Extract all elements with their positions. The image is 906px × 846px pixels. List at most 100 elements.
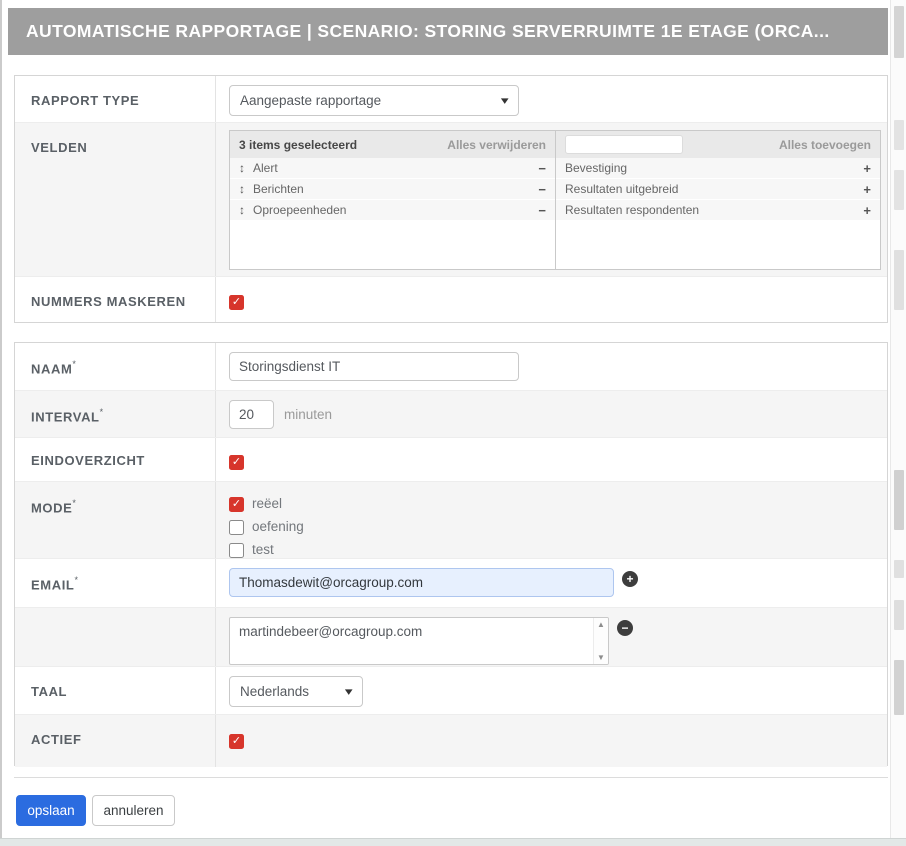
scrollbar-segment [894,600,904,630]
selected-count-text: 3 items geselecteerd [239,137,358,152]
add-field-button[interactable]: + [863,161,871,176]
nummers-maskeren-label: NUMMERS MASKEREN [31,294,186,309]
selected-field-name: Berichten [253,182,304,196]
remove-email-button[interactable]: − [617,620,633,636]
actief-content: ✓ [216,715,887,767]
mode-option-oefening: ✓ oefening [229,517,879,536]
eindoverzicht-label: EINDOVERZICHT [31,453,145,468]
velden-content: 3 items geselecteerd Alles verwijderen ↕… [216,123,889,277]
eindoverzicht-checkbox[interactable]: ✓ [229,455,244,470]
mode-oefening-label: oefening [252,519,304,534]
available-field-row[interactable]: Resultaten uitgebreid + [556,179,880,199]
actief-checkbox[interactable]: ✓ [229,734,244,749]
available-fields-header: Alles toevoegen [556,131,880,158]
remove-field-button[interactable]: − [538,203,546,218]
naam-input[interactable] [229,352,519,381]
actief-label: ACTIEF [31,732,82,747]
taal-content: Nederlands ▾ [216,667,887,715]
email-list-label-cell [15,608,216,667]
mode-reeel-label: reëel [252,496,283,511]
email-label-cell: EMAIL* [15,559,216,608]
selected-field-row[interactable]: ↕ Alert − [230,158,555,178]
email-primary-input[interactable] [229,568,614,597]
nummers-maskeren-checkbox[interactable]: ✓ [229,295,244,310]
remove-field-button[interactable]: − [538,161,546,176]
eindoverzicht-label-cell: EINDOVERZICHT [15,438,216,482]
available-field-row[interactable]: Bevestiging + [556,158,880,178]
email-label: EMAIL [31,577,75,593]
mode-test-label: test [252,542,274,557]
available-field-name: Bevestiging [565,161,628,175]
add-field-button[interactable]: + [863,182,871,197]
velden-label: VELDEN [31,140,88,155]
minus-icon: − [621,621,629,635]
plus-icon: + [626,572,634,586]
row-nummers-maskeren: NUMMERS MASKEREN ✓ [15,277,887,322]
report-settings-panel: RAPPORT TYPE Aangepaste rapportage ▾ VEL… [14,75,888,323]
fields-search-input[interactable] [565,135,683,154]
nummers-maskeren-label-cell: NUMMERS MASKEREN [15,277,216,322]
scroll-up-icon[interactable]: ▲ [597,620,605,629]
mode-label-cell: MODE* [15,482,216,559]
scrollbar-segment [894,170,904,210]
naam-content [216,343,887,391]
row-eindoverzicht: EINDOVERZICHT ✓ [15,438,887,482]
mode-option-test: ✓ test [229,540,879,559]
email-list-scrollbar[interactable]: ▲ ▼ [593,618,608,664]
add-all-link[interactable]: Alles toevoegen [779,138,871,152]
scrollbar-segment [894,6,904,58]
mode-reeel-checkbox[interactable]: ✓ [229,497,244,512]
mode-label: MODE [31,500,73,516]
interval-unit: minuten [284,407,333,422]
rapport-type-label-cell: RAPPORT TYPE [15,76,216,123]
taal-select[interactable]: Nederlands ▾ [229,676,363,707]
drag-handle-icon[interactable]: ↕ [239,182,245,196]
drag-handle-icon[interactable]: ↕ [239,203,245,217]
interval-input[interactable] [229,400,274,429]
add-email-button[interactable]: + [622,571,638,587]
required-mark: * [72,498,76,508]
row-naam: NAAM* [15,343,887,391]
selected-field-name: Alert [253,161,278,175]
cancel-button[interactable]: annuleren [92,795,175,826]
email-recipients-listbox[interactable]: martindebeer@orcagroup.com ▲ ▼ [229,617,609,665]
save-button[interactable]: opslaan [16,795,86,826]
scrollbar-segment [894,470,904,530]
rapport-type-select[interactable]: Aangepaste rapportage ▾ [229,85,519,116]
drag-handle-icon[interactable]: ↕ [239,161,245,175]
add-field-button[interactable]: + [863,203,871,218]
required-mark: * [74,575,78,585]
available-field-row[interactable]: Resultaten respondenten + [556,200,880,220]
rapport-type-selected-value: Aangepaste rapportage [240,93,382,108]
email-secondary-value[interactable]: martindebeer@orcagroup.com [230,618,593,664]
scrollbar-segment [894,250,904,310]
scrollbar-segment [894,660,904,715]
page-scrollbar[interactable] [890,0,906,846]
remove-field-button[interactable]: − [538,182,546,197]
page-left-edge [0,0,2,838]
scroll-down-icon[interactable]: ▼ [597,653,605,662]
eindoverzicht-content: ✓ [216,438,887,482]
check-icon: ✓ [231,498,242,510]
mode-test-checkbox[interactable]: ✓ [229,543,244,558]
selected-field-row[interactable]: ↕ Berichten − [230,179,555,199]
taal-label: TAAL [31,684,68,699]
nummers-maskeren-content: ✓ [216,277,887,322]
row-email: EMAIL* + [15,559,887,608]
row-actief: ACTIEF ✓ [15,715,887,767]
fields-dual-list: 3 items geselecteerd Alles verwijderen ↕… [229,130,881,270]
mode-oefening-checkbox[interactable]: ✓ [229,520,244,535]
check-icon: ✓ [231,735,242,747]
row-interval: INTERVAL* minuten [15,391,887,438]
remove-all-link[interactable]: Alles verwijderen [447,138,546,152]
selected-fields-box: 3 items geselecteerd Alles verwijderen ↕… [230,131,555,269]
row-email-list: martindebeer@orcagroup.com ▲ ▼ − [15,608,887,667]
naam-label: NAAM [31,361,73,377]
selected-field-row[interactable]: ↕ Oproepeenheden − [230,200,555,220]
page-title: AUTOMATISCHE RAPPORTAGE | SCENARIO: STOR… [26,21,830,41]
page: AUTOMATISCHE RAPPORTAGE | SCENARIO: STOR… [0,0,906,846]
chevron-down-icon: ▾ [501,95,510,107]
row-velden: VELDEN 3 items geselecteerd Alles verwij… [15,123,887,277]
rapport-type-label: RAPPORT TYPE [31,93,140,108]
page-bottom-edge [0,838,906,846]
